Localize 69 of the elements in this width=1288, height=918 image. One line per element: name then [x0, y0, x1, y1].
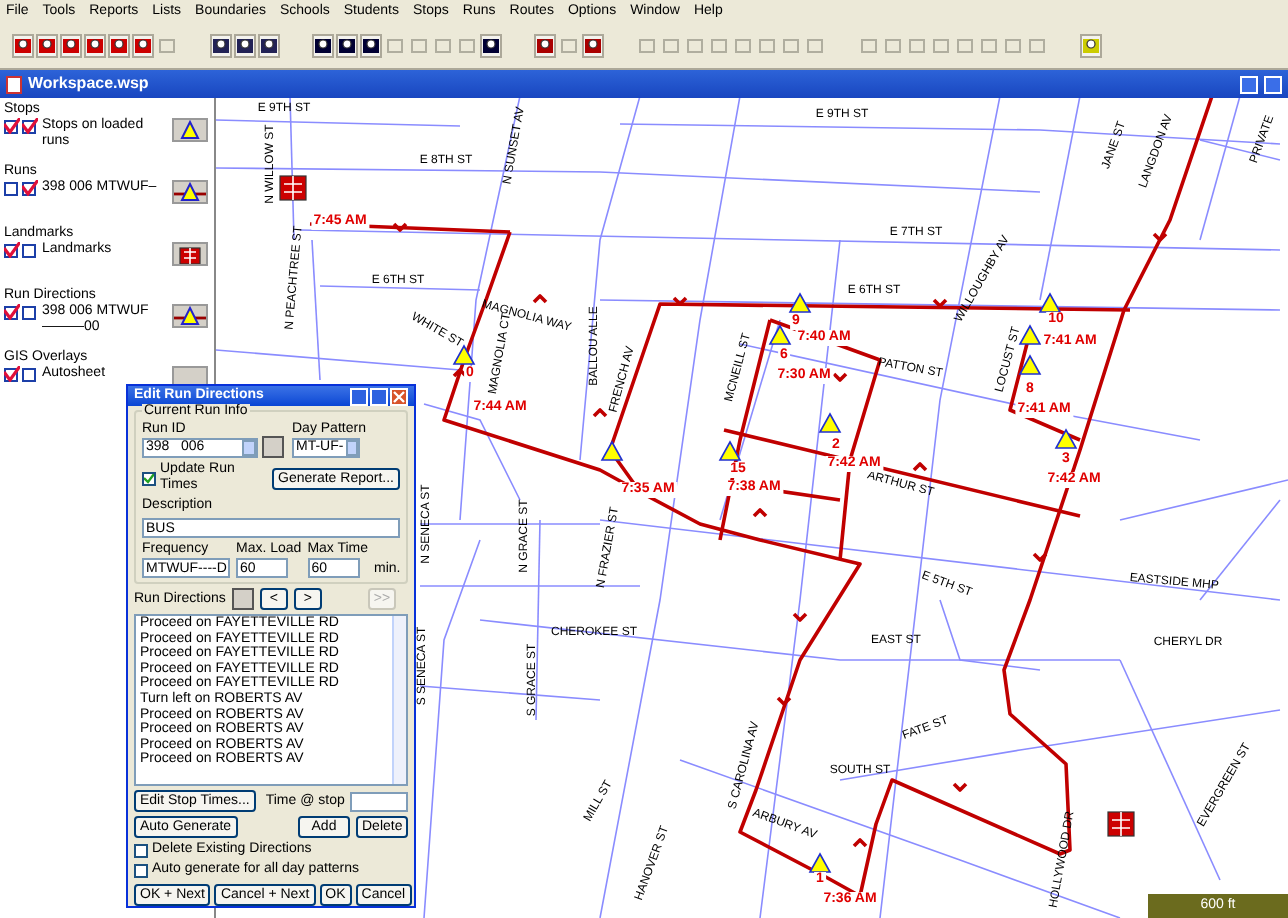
legend-symbol [172, 180, 208, 204]
school-icon[interactable] [279, 175, 307, 201]
time-field[interactable] [350, 791, 408, 811]
arrowhead-icon [392, 222, 408, 232]
checkbox[interactable] [134, 863, 148, 877]
arrowhead-icon [592, 408, 608, 418]
tool-icon[interactable] [108, 33, 130, 57]
arrowhead-icon [932, 298, 948, 308]
tool-icon[interactable] [480, 33, 502, 57]
tool-icon[interactable] [336, 33, 358, 57]
checkbox[interactable] [22, 242, 38, 258]
checkbox[interactable] [22, 304, 38, 320]
bus-stop-icon[interactable] [1038, 292, 1062, 313]
tool-icon[interactable] [12, 33, 34, 57]
arrowhead-icon [852, 838, 868, 848]
arrowhead-icon [832, 372, 848, 382]
arrowhead-icon [952, 782, 968, 792]
checked-checkbox[interactable] [22, 180, 38, 196]
checkbox[interactable] [134, 843, 148, 857]
document-icon [6, 75, 22, 93]
checked-checkbox[interactable] [4, 242, 20, 258]
arrowhead-icon [672, 296, 688, 306]
bus-stop-icon[interactable] [718, 440, 742, 461]
checked-checkbox[interactable] [4, 118, 20, 134]
minimize-button[interactable] [350, 387, 368, 405]
tool-icon[interactable] [258, 33, 280, 57]
window-title: Workspace.wsp [28, 72, 149, 96]
directions-list[interactable] [134, 614, 408, 786]
checked-checkbox[interactable] [4, 304, 20, 320]
arrowhead-icon [752, 508, 768, 518]
arrowhead-icon [1032, 552, 1048, 562]
bus-stop-icon[interactable] [1054, 428, 1078, 449]
tool-icon[interactable] [60, 33, 82, 57]
tool-icon[interactable] [1080, 33, 1102, 57]
bus-stop-icon[interactable] [818, 412, 842, 433]
bus-stop-icon[interactable] [768, 324, 792, 345]
checked-checkbox[interactable] [22, 118, 38, 134]
tool-icon[interactable] [582, 33, 604, 57]
bus-stop-icon[interactable] [1018, 324, 1042, 345]
tool-icon[interactable] [36, 33, 58, 57]
school-icon[interactable] [1107, 811, 1135, 837]
legend-symbol [172, 242, 208, 266]
scrollbar[interactable] [392, 616, 406, 784]
tool-icon[interactable] [360, 33, 382, 57]
bus-stop-icon[interactable] [788, 292, 812, 313]
maximize-button[interactable] [1264, 75, 1282, 93]
tool-icon[interactable] [534, 33, 556, 57]
bus-stop-icon[interactable] [1018, 354, 1042, 375]
checked-checkbox[interactable] [142, 471, 156, 485]
arrowhead-icon [792, 612, 808, 622]
checkbox[interactable] [4, 180, 20, 196]
minimize-button[interactable] [1240, 75, 1258, 93]
legend-symbol [172, 304, 208, 328]
tool-icon[interactable] [84, 33, 106, 57]
tool-icon[interactable] [132, 33, 154, 57]
checked-checkbox[interactable] [4, 366, 20, 382]
maximize-button[interactable] [370, 387, 388, 405]
tool-icon[interactable] [312, 33, 334, 57]
arrowhead-icon [776, 696, 792, 706]
legend-symbol [172, 118, 208, 142]
arrowhead-icon [1152, 232, 1168, 242]
tool-icon[interactable] [234, 33, 256, 57]
checkbox[interactable] [22, 366, 38, 382]
close-button[interactable] [390, 387, 408, 405]
bus-stop-icon[interactable] [452, 344, 476, 365]
arrowhead-icon [912, 462, 928, 472]
bus-stop-icon[interactable] [600, 440, 624, 461]
tool-icon[interactable] [210, 33, 232, 57]
bus-stop-icon[interactable] [808, 852, 832, 873]
